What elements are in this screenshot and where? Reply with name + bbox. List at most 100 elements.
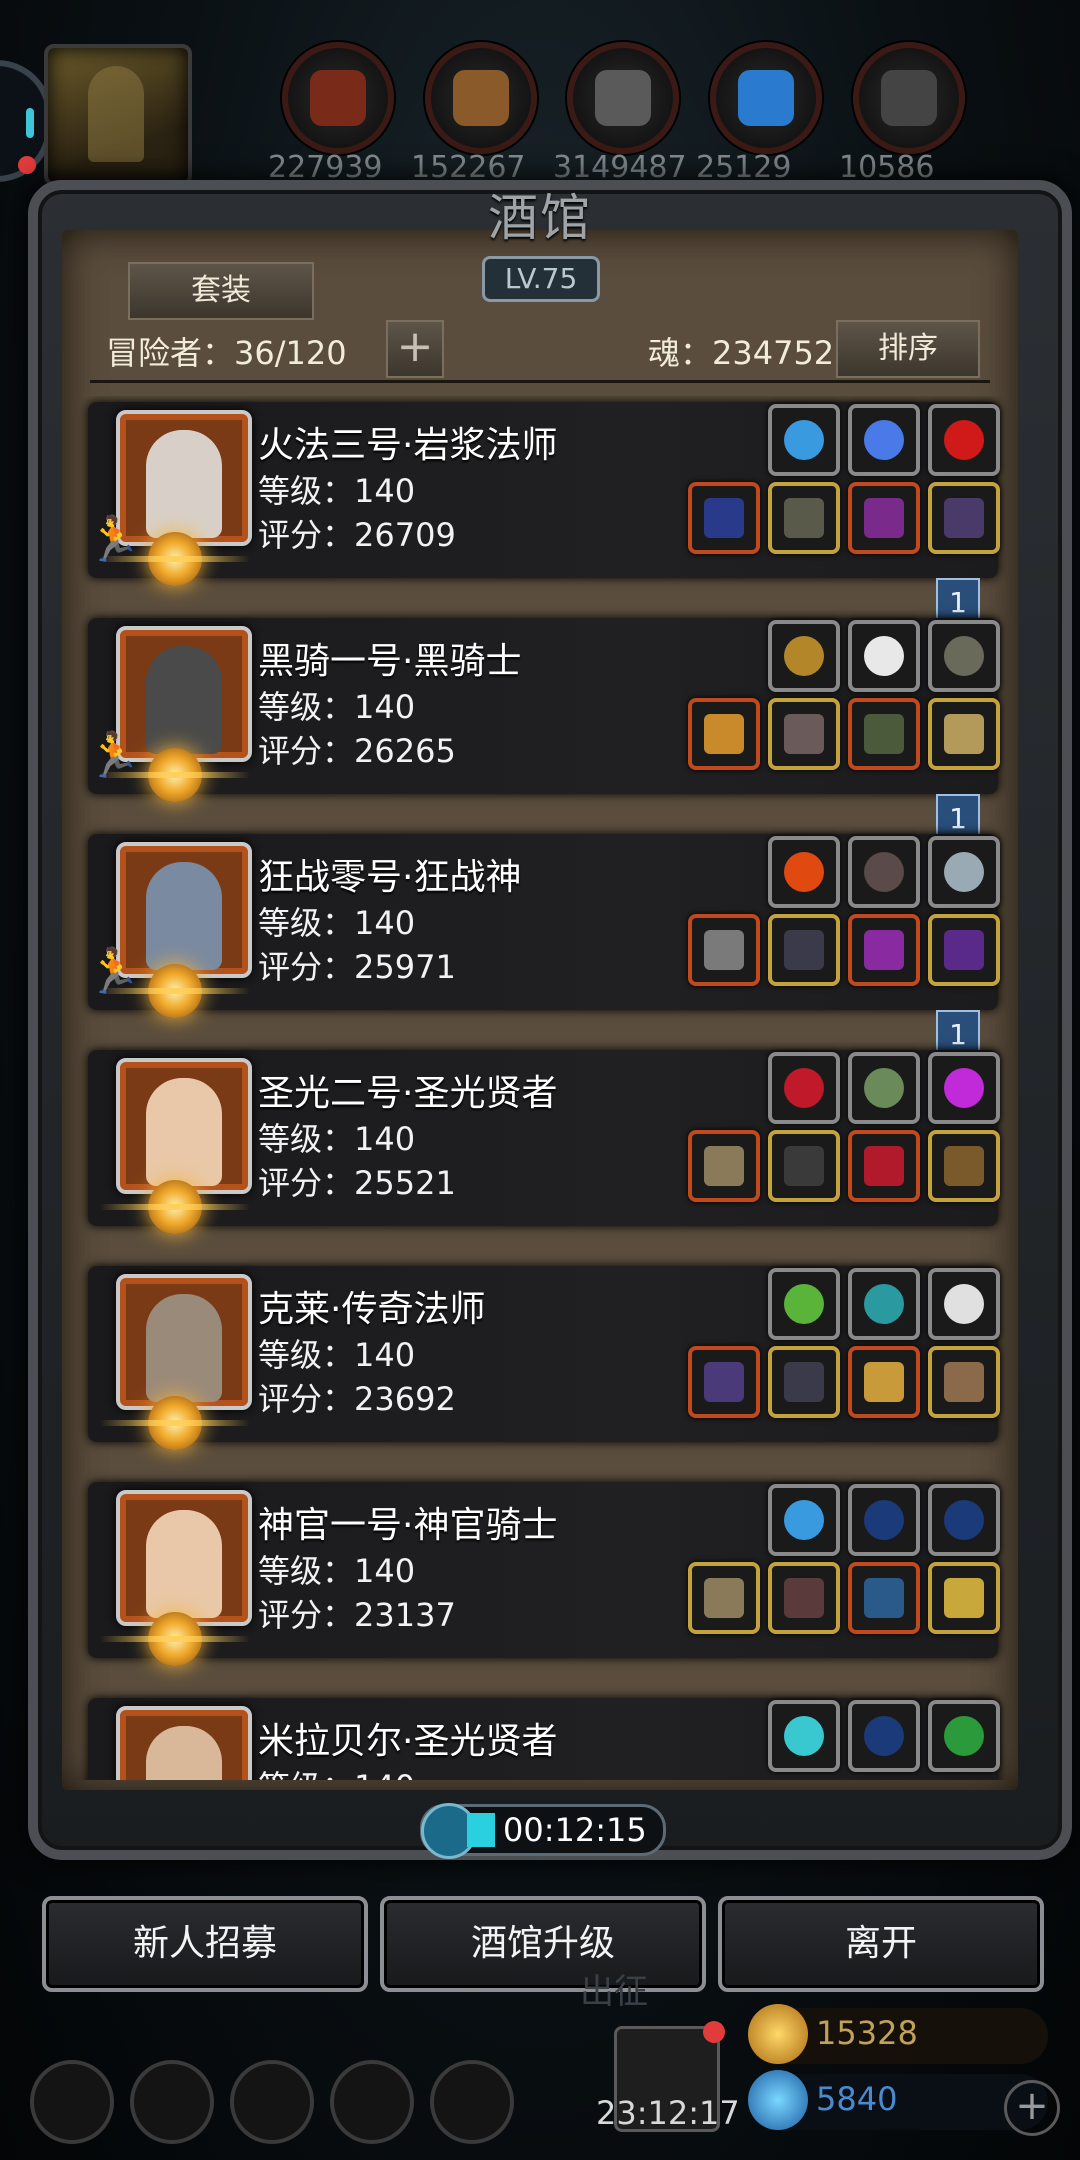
cloak-icon[interactable] bbox=[768, 1130, 840, 1202]
sword-icon[interactable] bbox=[688, 698, 760, 770]
recruit-timer: 00:12:15 bbox=[420, 1803, 666, 1859]
item-graphic bbox=[704, 1362, 744, 1402]
gauntlet-icon[interactable] bbox=[768, 1562, 840, 1634]
ring-icon[interactable] bbox=[928, 482, 1000, 554]
blue-orb-icon[interactable] bbox=[768, 1484, 840, 1556]
settings-icon[interactable] bbox=[30, 2060, 114, 2144]
purple-gem-icon[interactable] bbox=[928, 1052, 1000, 1124]
hero-card[interactable]: 克莱·传奇法师 等级：140 评分：23692 bbox=[88, 1266, 1000, 1450]
hero-card[interactable]: 🏃 狂战零号·狂战神 等级：140 评分：25971 bbox=[86, 834, 1000, 1018]
armor-icon[interactable] bbox=[768, 698, 840, 770]
castle-icon[interactable] bbox=[230, 2060, 314, 2144]
item-graphic bbox=[944, 636, 984, 676]
blue-whip-icon[interactable] bbox=[848, 1700, 920, 1772]
item-graphic bbox=[784, 930, 824, 970]
resource-shape bbox=[738, 70, 794, 126]
green-scroll-icon[interactable] bbox=[928, 1700, 1000, 1772]
green-leaf-icon[interactable] bbox=[848, 1052, 920, 1124]
item-graphic bbox=[944, 1146, 984, 1186]
dark-armor-icon[interactable] bbox=[768, 914, 840, 986]
hero-score: 评分：25971 bbox=[258, 948, 456, 986]
hero-name: 神官一号·神官骑士 bbox=[258, 1505, 558, 1546]
hero-card[interactable]: 圣光二号·圣光贤者 等级：140 评分：25521 bbox=[88, 1050, 1000, 1234]
blue-flower-icon[interactable] bbox=[848, 404, 920, 476]
scroll-icon[interactable] bbox=[928, 698, 1000, 770]
equipment-set-button[interactable]: 套装 bbox=[128, 262, 314, 320]
gold-icon bbox=[748, 2004, 808, 2064]
add-capacity-button[interactable]: + bbox=[386, 320, 444, 378]
gold-emblem-icon[interactable] bbox=[768, 620, 840, 692]
item-graphic bbox=[944, 1284, 984, 1324]
item-graphic bbox=[944, 1578, 984, 1618]
purple-orb-icon[interactable] bbox=[848, 914, 920, 986]
item-graphic bbox=[944, 498, 984, 538]
item-graphic bbox=[864, 714, 904, 754]
item-graphic bbox=[944, 852, 984, 892]
add-gems-button[interactable]: + bbox=[1004, 2080, 1060, 2136]
dark-robe-icon[interactable] bbox=[768, 1346, 840, 1418]
medal-icon[interactable] bbox=[848, 1346, 920, 1418]
item-graphic bbox=[704, 930, 744, 970]
mask-icon[interactable] bbox=[928, 1346, 1000, 1418]
item-graphic bbox=[864, 1362, 904, 1402]
teal-stone-icon[interactable] bbox=[848, 1268, 920, 1340]
purple-crystal-icon[interactable] bbox=[928, 914, 1000, 986]
staff-icon[interactable] bbox=[688, 482, 760, 554]
hero-card[interactable]: 🏃 黑骑一号·黑骑士 等级：140 评分：26265 bbox=[86, 618, 1000, 802]
hero-card[interactable]: 米拉贝尔·圣光贤者等级：140 bbox=[88, 1698, 1000, 1780]
blue-whip-icon[interactable] bbox=[848, 1484, 920, 1556]
gold-spider-icon[interactable] bbox=[928, 1562, 1000, 1634]
blue-whip-icon[interactable] bbox=[928, 1484, 1000, 1556]
hammer-icon[interactable] bbox=[688, 1562, 760, 1634]
amulet-icon[interactable] bbox=[848, 482, 920, 554]
bag-icon[interactable] bbox=[928, 1130, 1000, 1202]
green-potion-icon[interactable] bbox=[768, 1268, 840, 1340]
mace-icon[interactable] bbox=[688, 1130, 760, 1202]
red-stone-icon[interactable] bbox=[928, 404, 1000, 476]
hero-portrait[interactable] bbox=[116, 1274, 252, 1410]
gem-counter: 5840 bbox=[748, 2070, 1048, 2130]
wood-icon bbox=[425, 42, 537, 154]
fire-icon[interactable] bbox=[768, 836, 840, 908]
axe-icon[interactable] bbox=[688, 914, 760, 986]
shield-icon[interactable] bbox=[848, 698, 920, 770]
iron-icon bbox=[567, 42, 679, 154]
hero-score: 评分：23137 bbox=[258, 1596, 456, 1634]
hero-name: 克莱·传奇法师 bbox=[258, 1289, 486, 1330]
hero-name: 黑骑一号·黑骑士 bbox=[258, 641, 522, 682]
hud-clock: 23:12:17 bbox=[596, 2094, 740, 2132]
hero-level: 等级：140 bbox=[258, 1552, 416, 1590]
hero-portrait[interactable] bbox=[116, 1706, 252, 1780]
hero-face bbox=[146, 862, 222, 970]
hero-portrait[interactable] bbox=[116, 1058, 252, 1194]
cyan-crystal-icon[interactable] bbox=[768, 1700, 840, 1772]
robe-icon[interactable] bbox=[768, 482, 840, 554]
red-pendant-icon[interactable] bbox=[848, 1130, 920, 1202]
item-graphic bbox=[784, 1362, 824, 1402]
recruit-button[interactable]: 新人招募 bbox=[42, 1896, 368, 1992]
hero-card[interactable]: 🏃 火法三号·岩浆法师 等级：140 评分：26709 bbox=[86, 402, 1000, 586]
hero-list[interactable]: 🏃 火法三号·岩浆法师 等级：140 评分：26709 1 🏃 黑骑一号·黑骑士 等级：140… bbox=[28, 396, 1052, 1780]
sort-button[interactable]: 排序 bbox=[836, 320, 980, 378]
dark-feather-icon[interactable] bbox=[848, 836, 920, 908]
hero-card[interactable]: 神官一号·神官骑士 等级：140 评分：23137 bbox=[88, 1482, 1000, 1666]
map-icon[interactable] bbox=[430, 2060, 514, 2144]
upgrade-tavern-button[interactable]: 酒馆升级 bbox=[380, 1896, 706, 1992]
resource-shape bbox=[881, 70, 937, 126]
dragon-horn-icon[interactable] bbox=[928, 620, 1000, 692]
mail-icon[interactable] bbox=[330, 2060, 414, 2144]
silver-claw-icon[interactable] bbox=[928, 836, 1000, 908]
item-graphic bbox=[944, 420, 984, 460]
white-feather-icon[interactable] bbox=[848, 620, 920, 692]
item-graphic bbox=[864, 930, 904, 970]
white-claw-icon[interactable] bbox=[928, 1268, 1000, 1340]
blue-bracer-icon[interactable] bbox=[848, 1562, 920, 1634]
star-icon[interactable] bbox=[130, 2060, 214, 2144]
blue-orb-icon[interactable] bbox=[768, 404, 840, 476]
leave-button[interactable]: 离开 bbox=[718, 1896, 1044, 1992]
red-rose-icon[interactable] bbox=[768, 1052, 840, 1124]
hero-portrait[interactable] bbox=[116, 1490, 252, 1626]
wand-icon[interactable] bbox=[688, 1346, 760, 1418]
item-graphic bbox=[864, 852, 904, 892]
running-figure-icon: 🏃 bbox=[86, 514, 141, 565]
